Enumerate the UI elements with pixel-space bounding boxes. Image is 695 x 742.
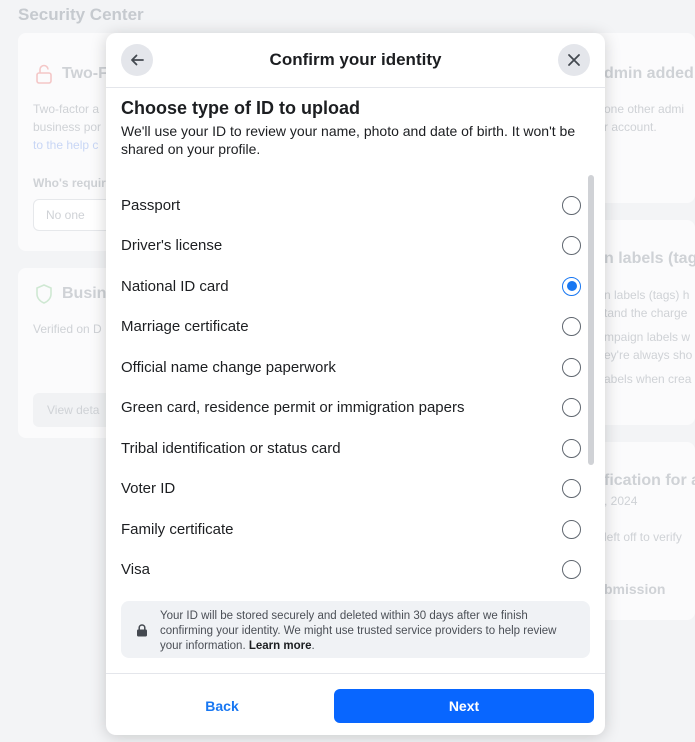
lock-open-icon: [36, 64, 52, 84]
notice-text: Your ID will be stored securely and dele…: [160, 610, 557, 652]
option-label: Marriage certificate: [121, 317, 249, 335]
help-link: to the help c: [33, 138, 99, 152]
card-text: business por: [33, 120, 102, 134]
card-text: bmission: [604, 581, 666, 597]
option-label: Visa: [121, 560, 150, 578]
card-text: n labels (tags) h: [604, 288, 690, 302]
option-label: Driver's license: [121, 236, 223, 254]
option-passport[interactable]: Passport: [121, 187, 581, 223]
section-description: We'll use your ID to review your name, p…: [121, 123, 576, 157]
card-heading: Two-F: [62, 65, 108, 82]
option-national-id-card[interactable]: National ID card: [121, 268, 581, 304]
card-heading: fication for a: [604, 472, 695, 489]
section-title: Choose type of ID to upload: [121, 98, 360, 118]
admin-card: dmin added one other admi r account.: [590, 33, 695, 203]
radio-button[interactable]: [562, 478, 581, 498]
card-text: abels when crea: [604, 372, 692, 386]
option-green-card[interactable]: Green card, residence permit or immigrat…: [121, 389, 581, 425]
option-tribal-id[interactable]: Tribal identification or status card: [121, 430, 581, 466]
field-label: Who's requir: [33, 176, 106, 190]
notice-body: Your ID will be stored securely and dele…: [160, 610, 557, 652]
card-text: one other admi: [604, 102, 685, 116]
radio-button[interactable]: [562, 559, 581, 579]
option-family-certificate[interactable]: Family certificate: [121, 511, 581, 547]
option-voter-id[interactable]: Voter ID: [121, 470, 581, 506]
radio-button[interactable]: [562, 357, 581, 377]
radio-button[interactable]: [562, 195, 581, 215]
shield-icon: [36, 284, 52, 304]
card-heading: dmin added: [604, 65, 694, 82]
verification-card: fication for a , 2024 left off to verify…: [590, 442, 695, 620]
option-label: Passport: [121, 196, 181, 214]
option-name-change-paperwork[interactable]: Official name change paperwork: [121, 349, 581, 385]
option-label: Family certificate: [121, 520, 234, 538]
option-label: Official name change paperwork: [121, 358, 336, 376]
card-text: mpaign labels w: [604, 330, 691, 344]
privacy-notice: Your ID will be stored securely and dele…: [121, 601, 590, 658]
radio-button[interactable]: [562, 397, 581, 417]
option-drivers-license[interactable]: Driver's license: [121, 227, 581, 263]
close-icon: [568, 54, 580, 66]
page-title: Security Center: [18, 5, 144, 24]
option-label: Voter ID: [121, 479, 176, 497]
dialog-header: Confirm your identity: [106, 33, 605, 88]
card-heading: n labels (tag: [604, 250, 695, 267]
card-text: tand the charge: [604, 306, 688, 320]
learn-more-link[interactable]: Learn more: [249, 640, 312, 652]
radio-button[interactable]: [562, 519, 581, 539]
dialog-title: Confirm your identity: [269, 50, 442, 69]
next-button[interactable]: Next: [334, 689, 594, 723]
option-marriage-certificate[interactable]: Marriage certificate: [121, 308, 581, 344]
lock-icon: [137, 624, 147, 637]
card-text: r account.: [604, 120, 657, 134]
close-button[interactable]: [558, 44, 590, 76]
list-scrollbar[interactable]: [588, 175, 594, 465]
card-heading: Busin: [62, 285, 107, 302]
radio-button-selected[interactable]: [562, 276, 581, 296]
card-text: Two-factor a: [33, 102, 100, 116]
radio-button[interactable]: [562, 316, 581, 336]
card-text: , 2024: [604, 494, 638, 508]
option-label: National ID card: [121, 277, 229, 295]
back-button[interactable]: Back: [156, 689, 288, 723]
card-text: ey're always sho: [604, 348, 693, 362]
option-visa[interactable]: Visa: [121, 551, 581, 587]
labels-card: n labels (tag n labels (tags) h tand the…: [590, 220, 695, 425]
option-label: Tribal identification or status card: [121, 439, 341, 457]
card-text: left off to verify: [604, 530, 682, 544]
dialog-footer: Back Next: [106, 673, 605, 735]
option-label: Green card, residence permit or immigrat…: [121, 398, 465, 416]
radio-button[interactable]: [562, 235, 581, 255]
card-text: Verified on D: [33, 322, 102, 336]
radio-button[interactable]: [562, 438, 581, 458]
confirm-identity-dialog: Confirm your identity Choose type of ID …: [106, 33, 605, 735]
